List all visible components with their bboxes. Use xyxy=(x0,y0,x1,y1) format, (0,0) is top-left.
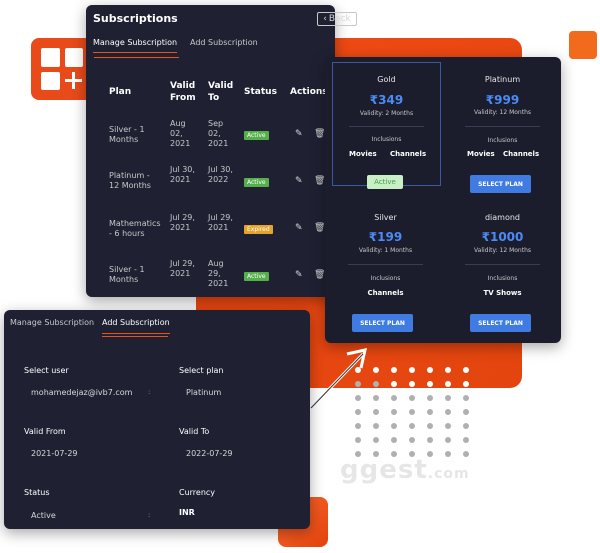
plan-card-platinum[interactable]: Platinum ₹999 Validity: 12 Months Inclus… xyxy=(449,62,556,184)
subscriptions-panel: Subscriptions ‹ Back Manage Subscription… xyxy=(86,5,357,297)
table-cell-from: Jul 30, 2021 xyxy=(170,165,195,184)
chevron-down-icon[interactable]: : xyxy=(148,511,150,519)
orange-accent-square xyxy=(569,31,597,59)
table-cell-from: Aug 02, 2021 xyxy=(170,119,191,148)
select-plan-button[interactable]: SELECT PLAN xyxy=(470,314,531,332)
column-header-plan: Plan xyxy=(109,87,132,97)
active-plan-button[interactable]: Active xyxy=(367,175,403,189)
arrow-pointer xyxy=(309,348,367,410)
plan-price: ₹199 xyxy=(368,230,403,244)
tab-manage-subscription[interactable]: Manage Subscription xyxy=(10,318,94,327)
table-cell-plan: Silver - 1 Months xyxy=(109,125,145,144)
plan-feature: Channels xyxy=(390,150,427,158)
currency-label: Currency xyxy=(179,488,216,497)
plan-validity: Validity: 2 Months xyxy=(359,110,414,117)
status-badge: Active xyxy=(244,272,269,281)
inclusions-label: Inclusions xyxy=(371,136,402,143)
plan-name: Platinum xyxy=(484,75,521,84)
plan-validity: Validity: 12 Months xyxy=(474,247,531,254)
divider xyxy=(465,126,540,127)
plan-price: ₹1000 xyxy=(481,230,524,244)
table-cell-plan: Silver - 1 Months xyxy=(109,265,145,284)
plan-feature: Channels xyxy=(367,289,404,297)
column-header-actions: Actions xyxy=(290,87,328,97)
watermark: ggest.com xyxy=(340,455,470,485)
inclusions-label: Inclusions xyxy=(370,275,401,282)
chevron-left-icon: ‹ xyxy=(323,14,327,24)
select-user-label: Select user xyxy=(24,366,69,375)
plan-name: diamond xyxy=(484,213,521,222)
divider xyxy=(348,264,423,265)
table-cell-to: Sep 02, 2021 xyxy=(208,119,229,148)
currency-field[interactable]: INR xyxy=(179,508,195,517)
valid-to-field[interactable]: 2022-07-29 xyxy=(186,449,233,458)
table-cell-to: Jul 30, 2022 xyxy=(208,165,233,184)
select-plan-field[interactable]: Platinum xyxy=(186,388,221,397)
plan-price: ₹349 xyxy=(369,93,404,107)
plan-card-gold[interactable]: Gold ₹349 Validity: 2 Months Inclusions … xyxy=(332,62,441,186)
plan-price: ₹999 xyxy=(485,93,520,107)
add-subscription-panel: Manage Subscription Add Subscription Sel… xyxy=(4,310,310,529)
column-header-valid-to: Valid To xyxy=(208,81,234,103)
table-cell-from: Jul 29, 2021 xyxy=(170,259,195,278)
plan-name: Silver xyxy=(374,213,397,222)
select-plan-label: Select plan xyxy=(179,366,224,375)
divider xyxy=(349,126,424,127)
tab-add-subscription[interactable]: Add Subscription xyxy=(190,38,258,47)
edit-icon[interactable]: ✎ xyxy=(295,270,303,280)
chevron-down-icon[interactable]: : xyxy=(148,388,150,396)
select-user-field[interactable]: mohamedejaz@ivb7.com xyxy=(31,388,132,397)
valid-to-label: Valid To xyxy=(179,427,210,436)
column-header-valid-from: Valid From xyxy=(170,81,196,103)
edit-icon[interactable]: ✎ xyxy=(295,176,303,186)
tab-underline xyxy=(102,336,168,337)
inclusions-label: Inclusions xyxy=(487,137,518,144)
status-badge: Active xyxy=(244,178,269,187)
tab-manage-subscription[interactable]: Manage Subscription xyxy=(93,38,178,53)
tab-add-subscription[interactable]: Add Subscription xyxy=(102,318,170,334)
plan-feature: Channels xyxy=(503,150,540,158)
plan-validity: Validity: 1 Months xyxy=(358,247,413,254)
divider xyxy=(465,264,540,265)
page-title: Subscriptions xyxy=(93,12,178,25)
add-grid-icon xyxy=(31,38,93,100)
plan-feature: TV Shows xyxy=(483,289,522,297)
table-cell-plan: Platinum - 12 Months xyxy=(109,171,151,190)
valid-from-field[interactable]: 2021-07-29 xyxy=(31,449,78,458)
trash-icon[interactable]: 🗑 xyxy=(314,129,325,139)
status-label: Status xyxy=(24,488,50,497)
table-cell-to: Aug 29, 2021 xyxy=(208,259,229,288)
status-badge: Active xyxy=(244,131,269,140)
column-header-status: Status xyxy=(244,87,277,97)
inclusions-label: Inclusions xyxy=(487,275,518,282)
valid-from-label: Valid From xyxy=(24,427,66,436)
select-plan-button[interactable]: SELECT PLAN xyxy=(470,175,531,193)
back-button[interactable]: ‹ Back xyxy=(317,12,357,26)
plans-panel: Gold ₹349 Validity: 2 Months Inclusions … xyxy=(325,57,561,343)
trash-icon[interactable]: 🗑 xyxy=(314,270,325,280)
status-badge: Expired xyxy=(244,225,273,234)
trash-icon[interactable]: 🗑 xyxy=(314,223,325,233)
plan-feature: Movies xyxy=(349,150,377,158)
trash-icon[interactable]: 🗑 xyxy=(314,176,325,186)
table-cell-from: Jul 29, 2021 xyxy=(170,213,195,232)
edit-icon[interactable]: ✎ xyxy=(295,223,303,233)
plan-validity: Validity: 12 Months xyxy=(474,109,531,116)
table-cell-plan: Mathematics - 6 hours xyxy=(109,219,161,238)
select-plan-button[interactable]: SELECT PLAN xyxy=(352,314,413,332)
plan-feature: Movies xyxy=(467,150,495,158)
tab-underline xyxy=(94,57,179,58)
edit-icon[interactable]: ✎ xyxy=(295,129,303,139)
plan-name: Gold xyxy=(377,75,396,84)
table-cell-to: Jul 29, 2021 xyxy=(208,213,233,232)
status-field[interactable]: Active xyxy=(31,511,56,520)
